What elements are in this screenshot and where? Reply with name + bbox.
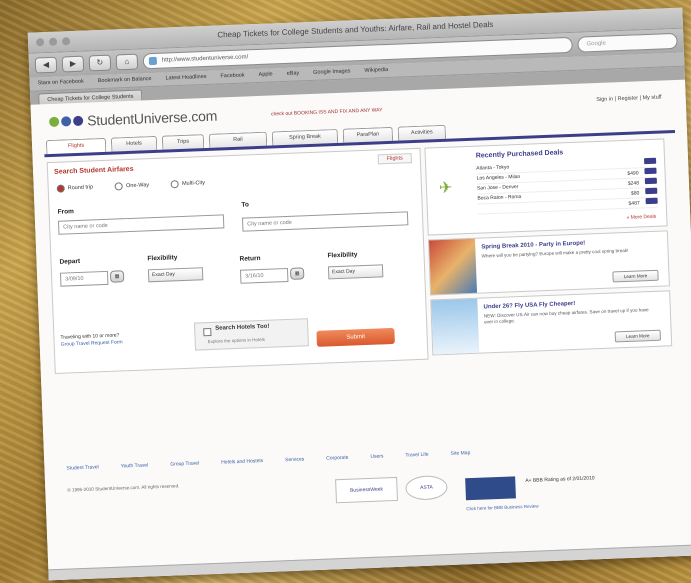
bookmark-item[interactable]: Facebook <box>220 69 245 83</box>
bbb-review-link[interactable]: Click here for BBB Business Review <box>466 504 538 512</box>
bbb-rating: A+ BBB Rating as of 2/01/2010 <box>525 475 595 485</box>
under-26-promo: Under 26? Fly USA Fly Cheaper! NEW: Disc… <box>430 290 673 356</box>
forward-arrow-icon[interactable]: ▶ <box>61 55 85 73</box>
sky-photo <box>431 298 480 355</box>
bookmark-item[interactable]: Google Images <box>313 65 351 79</box>
return-flexibility-select[interactable]: Exact Day <box>327 264 384 280</box>
from-label: From <box>57 208 75 216</box>
depart-label: Depart <box>59 257 81 266</box>
calendar-icon[interactable]: ▦ <box>109 270 125 283</box>
one-way-radio[interactable]: One-Way <box>114 181 149 191</box>
footer-link[interactable]: Corporate <box>326 455 348 462</box>
multi-city-radio[interactable]: Multi-City <box>170 179 205 189</box>
buy-icon <box>644 177 657 185</box>
return-date-input[interactable]: 3/16/10 <box>239 267 289 284</box>
form-title: Search Student Airfares <box>53 165 134 176</box>
trip-type-group: Round trip One-Way Multi-City <box>56 179 206 193</box>
logo-dot-icon <box>48 116 60 128</box>
radio-icon <box>170 180 180 189</box>
more-deals-link[interactable]: » More Deals <box>626 214 656 221</box>
search-hotels-box: Search Hotels Too! Explore the options i… <box>193 318 309 351</box>
learn-more-button[interactable]: Learn More <box>614 329 662 343</box>
bookmark-item[interactable]: Wikipedia <box>364 64 388 78</box>
depart-date-input[interactable]: 3/09/10 <box>59 270 109 287</box>
account-links[interactable]: Sign in | Register | My stuff <box>596 94 662 103</box>
submit-button[interactable]: Submit <box>316 327 395 347</box>
bookmark-item[interactable]: Apple <box>258 68 273 82</box>
web-page: StudentUniverse.com check out BOOKING IS… <box>30 79 691 581</box>
flexibility-label: Flexibility <box>147 254 178 263</box>
footer-link[interactable]: Services <box>285 456 304 463</box>
footer-link[interactable]: Hotels and Hostels <box>221 458 263 466</box>
learn-more-button[interactable]: Learn More <box>612 269 659 283</box>
calendar-icon[interactable]: ▦ <box>289 267 305 280</box>
screenshot-photo: Cheap Tickets for College Students and Y… <box>27 7 691 581</box>
bookmark-item[interactable]: Latest Headlines <box>165 71 206 86</box>
party-photo <box>428 238 478 295</box>
promo-title[interactable]: Under 26? Fly USA Fly Cheaper! <box>483 301 575 311</box>
window-controls[interactable] <box>35 37 71 47</box>
radio-icon <box>114 182 124 191</box>
promo-title[interactable]: Spring Break 2010 - Party in Europe! <box>481 241 585 251</box>
bookmark-item[interactable]: Stars on Facebook <box>37 76 84 91</box>
recent-deals-panel: ✈ Recently Purchased Deals Atlanta - Tok… <box>424 138 668 236</box>
flight-search-form: Search Student Airfares Flights Round tr… <box>46 147 429 374</box>
logo-dot-icon <box>60 116 72 127</box>
deals-list: Atlanta - Tokyo Los Angeles - Milan $490 … <box>476 157 658 215</box>
promo-desc: NEW: Discover US.Air can now buy cheap a… <box>483 307 649 325</box>
footer-links: Student Travel Youth Travel Group Travel… <box>66 450 470 472</box>
businessweek-badge[interactable]: BusinessWeek <box>335 476 398 504</box>
minimize-dot-icon[interactable] <box>48 37 58 46</box>
buy-icon <box>644 167 657 175</box>
deals-title: Recently Purchased Deals <box>475 149 564 160</box>
group-travel-note: Traveling with 10 or more? Group Travel … <box>60 332 122 348</box>
to-label: To <box>241 201 250 209</box>
header-promo[interactable]: check out BOOKING ISS AND FIX AND ANY WA… <box>271 107 383 117</box>
footer-link[interactable]: Group Travel <box>170 461 199 468</box>
search-hotels-sub: Explore the options in Hotels <box>207 336 266 345</box>
footer-link[interactable]: Youth Travel <box>121 462 149 469</box>
close-dot-icon[interactable] <box>35 38 45 47</box>
footer-link[interactable]: Site Map <box>450 450 470 457</box>
round-trip-radio[interactable]: Round trip <box>56 183 94 193</box>
from-input[interactable]: City name or code <box>57 214 225 235</box>
search-hotels-label: Search Hotels Too! <box>215 323 270 332</box>
bookmark-item[interactable]: Bookmark on Balance <box>98 73 152 88</box>
asta-badge[interactable]: ASTA <box>405 475 448 501</box>
group-travel-link[interactable]: Group Travel Request Form <box>61 339 123 348</box>
reload-icon[interactable]: ↻ <box>88 54 112 72</box>
depart-flexibility-select[interactable]: Exact Day <box>147 267 204 283</box>
bookmark-item[interactable]: eBay <box>286 67 300 80</box>
footer-link[interactable]: Travel Life <box>405 452 428 459</box>
search-hotels-checkbox[interactable] <box>203 327 212 337</box>
search-input[interactable]: Google <box>577 32 678 53</box>
return-label: Return <box>239 255 261 263</box>
airplane-icon: ✈ <box>438 179 453 198</box>
footer-link[interactable]: Users <box>370 453 383 459</box>
brand-name: StudentUniverse.com <box>86 107 218 129</box>
bbb-logo[interactable] <box>465 476 516 501</box>
zoom-dot-icon[interactable] <box>61 37 71 46</box>
flexibility-label: Flexibility <box>327 251 358 260</box>
form-tab-flights[interactable]: Flights <box>377 153 413 165</box>
copyright: © 1995-2010 StudentUniverse.com. All rig… <box>67 483 180 493</box>
radio-icon <box>56 184 65 193</box>
logo-dot-icon <box>72 115 84 127</box>
home-icon[interactable]: ⌂ <box>115 53 139 71</box>
spring-break-promo: Spring Break 2010 - Party in Europe! Whe… <box>427 230 670 296</box>
site-logo[interactable]: StudentUniverse.com <box>48 107 218 130</box>
footer-link[interactable]: Student Travel <box>66 464 98 471</box>
buy-icon <box>643 157 657 165</box>
buy-icon <box>645 197 658 205</box>
buy-icon <box>645 187 658 195</box>
to-input[interactable]: City name or code <box>241 211 409 232</box>
back-arrow-icon[interactable]: ◀ <box>34 56 58 74</box>
